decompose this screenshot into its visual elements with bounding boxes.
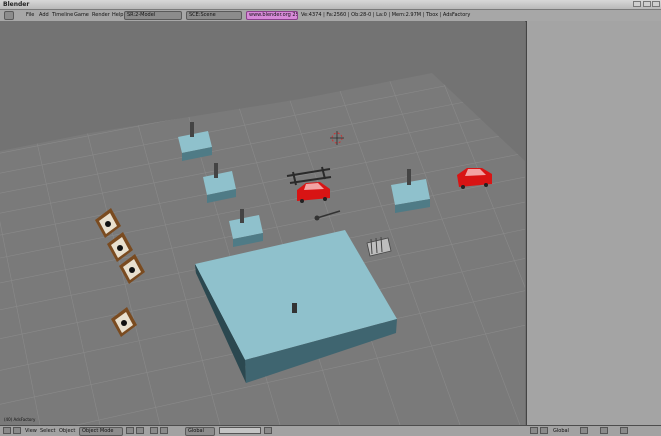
engine-label: www.blender.org 250 bbox=[246, 11, 298, 20]
layer-buttons[interactable] bbox=[219, 427, 261, 434]
rotate-icon[interactable] bbox=[160, 427, 168, 434]
menu-help[interactable]: Help bbox=[112, 12, 123, 18]
slab-marker bbox=[292, 303, 297, 313]
editor-type-button[interactable] bbox=[3, 427, 11, 434]
shading-icon[interactable] bbox=[126, 427, 134, 434]
right-panel[interactable] bbox=[526, 21, 661, 425]
scene-stats: Ve:4374 | Fa:2560 | Ob:28-0 | La:0 | Mem… bbox=[301, 12, 471, 18]
panel-button-1[interactable] bbox=[580, 427, 588, 434]
menu-file[interactable]: File bbox=[26, 12, 34, 18]
panel-button-3[interactable] bbox=[620, 427, 628, 434]
window-titlebar: Blender bbox=[0, 0, 661, 10]
menu-timeline[interactable]: Timeline bbox=[52, 12, 73, 18]
viewport-header: View Select Object Object Mode Global Gl… bbox=[0, 425, 661, 436]
active-object-label: (40) AdsFactory bbox=[4, 417, 36, 422]
menu-add[interactable]: Add bbox=[39, 12, 49, 18]
manipulator-icon[interactable] bbox=[150, 427, 158, 434]
3d-viewport[interactable]: (40) AdsFactory bbox=[0, 21, 525, 425]
minimize-button[interactable] bbox=[633, 1, 641, 7]
maximize-button[interactable] bbox=[643, 1, 651, 7]
editor-type-icon[interactable] bbox=[4, 11, 14, 20]
menu-render[interactable]: Render bbox=[92, 12, 110, 18]
menu-object[interactable]: Object bbox=[59, 428, 75, 434]
layout-selector[interactable]: SR:2-Model bbox=[124, 11, 182, 20]
zoom-icon[interactable] bbox=[540, 427, 548, 434]
view-icon[interactable] bbox=[530, 427, 538, 434]
close-button[interactable] bbox=[652, 1, 660, 7]
lock-icon[interactable] bbox=[264, 427, 272, 434]
menu-game[interactable]: Game bbox=[74, 12, 89, 18]
menu-view[interactable]: View bbox=[25, 428, 37, 434]
right-header-label: Global bbox=[553, 428, 569, 434]
pivot-icon[interactable] bbox=[136, 427, 144, 434]
viewport-scene bbox=[0, 73, 525, 425]
panel-button-2[interactable] bbox=[600, 427, 608, 434]
menu-select[interactable]: Select bbox=[40, 428, 55, 434]
expand-menu-button[interactable] bbox=[13, 427, 21, 434]
scene-selector[interactable]: SCE:Scene bbox=[186, 11, 242, 20]
window-title: Blender bbox=[3, 1, 30, 8]
